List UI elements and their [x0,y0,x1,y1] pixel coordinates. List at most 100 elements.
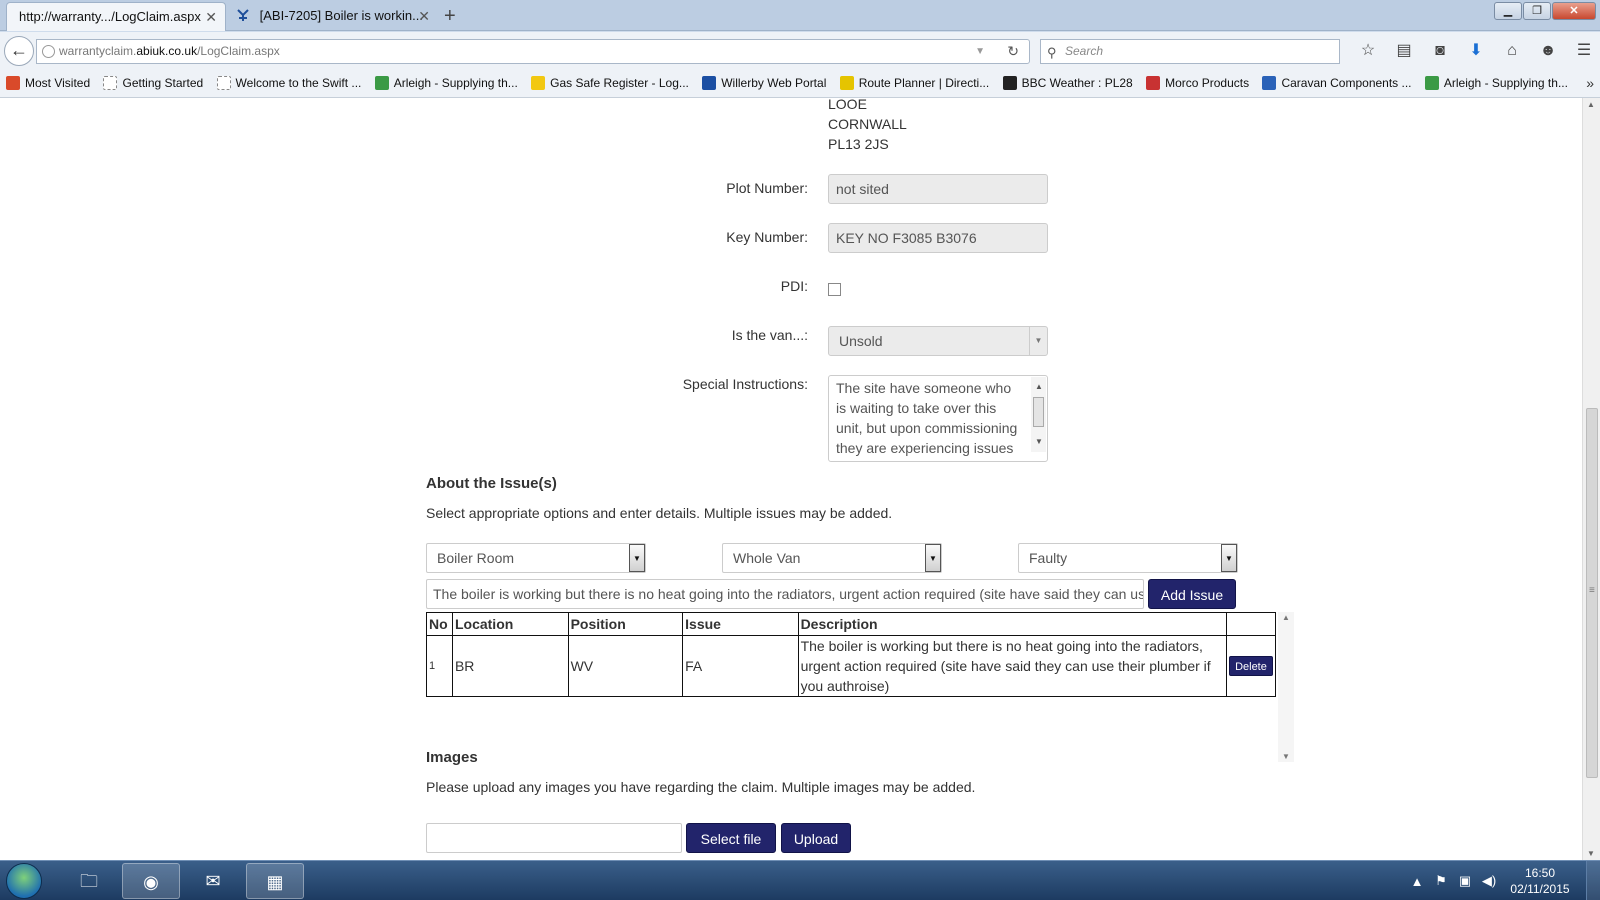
bookmarks-menu-icon[interactable]: ▤ [1386,39,1422,63]
home-icon[interactable]: ⌂ [1494,39,1530,63]
search-input[interactable]: ⚲ Search [1040,39,1340,64]
select-file-button[interactable]: Select file [686,823,776,853]
volume-icon[interactable]: ◀) [1477,873,1501,889]
bookmark-star-icon[interactable]: ☆ [1350,39,1386,63]
url-history-dropdown-icon[interactable]: ▼ [975,40,985,63]
close-tab-icon[interactable]: ✕ [418,2,430,30]
file-explorer-icon[interactable]: 🗀 [60,863,118,899]
location-select[interactable]: Boiler Room ▼ [426,543,646,573]
url-domain: abiuk.co.uk [136,44,198,58]
tab-strip: http://warranty.../LogClaim.aspx ✕ [ABI-… [0,0,1600,31]
cell-no: 1 [426,635,453,697]
column-header-no: No [426,612,453,636]
scroll-down-icon[interactable]: ▼ [1587,849,1595,858]
aa-icon [839,76,854,90]
scroll-down-icon[interactable]: ▼ [1282,752,1290,761]
chevron-down-icon[interactable]: ▼ [925,544,941,572]
start-button[interactable] [6,863,42,899]
arleigh-icon [1424,76,1439,90]
show-hidden-icons-icon[interactable]: ▲ [1405,874,1429,889]
url-path: /LogClaim.aspx [197,44,280,58]
close-tab-icon[interactable]: ✕ [205,3,217,31]
bookmark-label: Morco Products [1165,76,1250,90]
bookmark-item[interactable]: Arleigh - Supplying th... [374,69,518,97]
plot-number-field[interactable]: not sited [828,174,1048,204]
scroll-down-icon[interactable]: ▼ [1035,432,1043,452]
chat-icon[interactable]: ☻ [1530,39,1566,63]
bookmark-label: Willerby Web Portal [721,76,827,90]
action-center-flag-icon[interactable]: ⚑ [1429,873,1453,889]
pocket-icon[interactable]: ◙ [1422,39,1458,63]
nav-bar: ← warrantyclaim.abiuk.co.uk/LogClaim.asp… [0,32,1600,69]
van-status-select[interactable]: Unsold ▼ [828,326,1048,356]
chevron-down-icon[interactable]: ▼ [1221,544,1237,572]
special-instructions-textarea[interactable]: The site have someone who is waiting to … [828,375,1048,462]
scroll-up-icon[interactable]: ▲ [1587,100,1595,109]
cell-description: The boiler is working but there is no he… [797,635,1227,697]
outlook-icon[interactable]: ✉ [184,863,242,899]
upload-button[interactable]: Upload [781,823,851,853]
firefox-icon[interactable]: ◉ [122,863,180,899]
bookmarks-overflow-icon[interactable]: » [1586,69,1594,97]
toolbar-icons: ☆ ▤ ◙ ⬇ ⌂ ☻ ☰ [1350,39,1600,63]
url-bar[interactable]: warrantyclaim.abiuk.co.uk/LogClaim.aspx … [36,39,1030,64]
bookmark-item[interactable]: Caravan Components ... [1262,69,1412,97]
back-button[interactable]: ← [4,36,34,66]
bookmark-item[interactable]: Route Planner | Directi... [839,69,989,97]
hamburger-menu-icon[interactable]: ☰ [1566,39,1600,63]
show-desktop-button[interactable] [1586,861,1600,900]
bookmark-item[interactable]: Gas Safe Register - Log... [531,69,689,97]
column-header-location: Location [451,612,569,636]
browser-chrome: http://warranty.../LogClaim.aspx ✕ [ABI-… [0,0,1600,98]
scroll-up-icon[interactable]: ▲ [1282,613,1290,622]
cell-location: BR [451,635,569,697]
table-row: 1 BR WV FA The boiler is working but the… [426,635,1277,697]
clock-time: 16:50 [1524,866,1556,880]
key-number-field[interactable]: KEY NO F3085 B3076 [828,223,1048,253]
position-select[interactable]: Whole Van ▼ [722,543,942,573]
bookmark-item[interactable]: Willerby Web Portal [702,69,826,97]
bookmark-item[interactable]: BBC Weather : PL28 [1002,69,1133,97]
table-header-row: No Location Position Issue Description [426,612,1277,636]
pdi-checkbox[interactable] [828,283,841,296]
download-icon[interactable]: ⬇ [1458,39,1494,63]
minimize-button[interactable]: ▁ [1494,2,1522,20]
close-window-button[interactable]: ✕ [1552,2,1596,20]
textarea-scrollbar[interactable]: ▲ ▼ [1031,377,1046,452]
bookmark-item[interactable]: Getting Started [103,69,203,97]
bookmark-label: Getting Started [122,76,204,90]
delete-issue-button[interactable]: Delete [1228,656,1273,676]
page-scrollbar[interactable]: ▲ ≡ ▼ [1582,98,1600,860]
chevron-down-icon[interactable]: ▼ [629,544,645,572]
restore-button[interactable]: ❐ [1523,2,1551,20]
calculator-app-icon[interactable]: ▦ [246,863,304,899]
scroll-thumb[interactable]: ≡ [1586,408,1598,778]
bookmark-label: Caravan Components ... [1281,76,1412,90]
images-section-title: Images [426,749,478,766]
system-clock[interactable]: 16:50 02/11/2015 [1510,865,1570,897]
tab-label: http://warranty.../LogClaim.aspx [19,9,201,24]
clock-date: 02/11/2015 [1510,882,1570,896]
scroll-up-icon[interactable]: ▲ [1035,377,1043,397]
reload-icon[interactable]: ↻ [1007,40,1019,63]
cell-actions: Delete [1225,635,1277,697]
file-path-input[interactable] [426,823,682,853]
globe-icon [42,45,55,58]
url-prefix: warrantyclaim. [59,44,137,58]
column-header-position: Position [567,612,684,636]
bookmark-item[interactable]: Arleigh - Supplying th... [1424,69,1568,97]
new-tab-button[interactable]: + [444,4,456,28]
issue-description-input[interactable]: The boiler is working but there is no he… [426,579,1144,609]
bookmark-item[interactable]: Welcome to the Swift ... [216,69,361,97]
arleigh-icon [374,76,389,90]
bookmark-item[interactable]: Most Visited [6,69,90,97]
bookmark-item[interactable]: Morco Products [1146,69,1249,97]
scroll-thumb[interactable] [1033,397,1044,427]
tab-jira-issue[interactable]: [ABI-7205] Boiler is workin... ✕ [228,2,438,31]
network-icon[interactable]: ▣ [1453,873,1477,889]
bookmark-label: Arleigh - Supplying th... [393,76,518,90]
add-issue-button[interactable]: Add Issue [1148,579,1236,609]
table-scrollbar[interactable]: ▲ ▼ [1278,612,1294,762]
issue-type-select[interactable]: Faulty ▼ [1018,543,1238,573]
tab-logclaim[interactable]: http://warranty.../LogClaim.aspx ✕ [6,2,226,31]
